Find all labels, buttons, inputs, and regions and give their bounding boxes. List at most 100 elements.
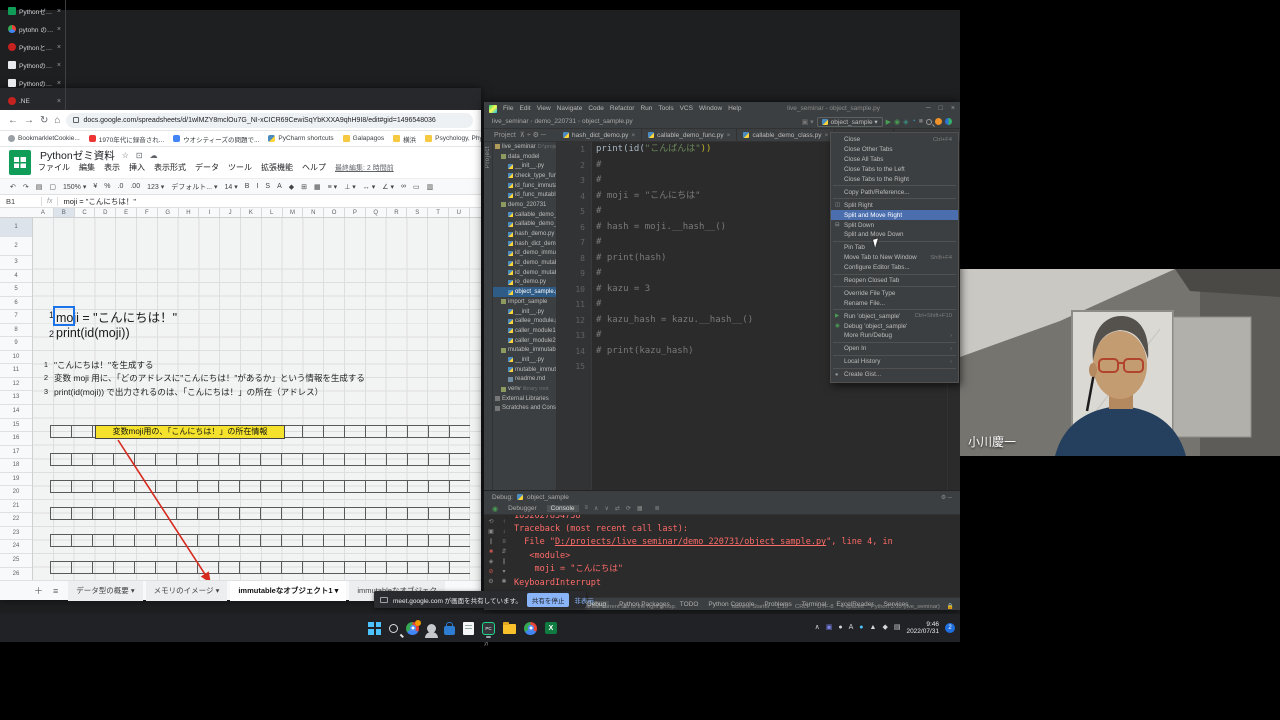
menu-item[interactable]: 表示形式 [154, 162, 186, 173]
menu-item[interactable]: 挿入 [129, 162, 145, 173]
row-header[interactable]: 9 [0, 337, 32, 351]
editor-tab[interactable]: hash_dict_demo.py × [557, 129, 642, 141]
row-header[interactable]: 23 [0, 527, 32, 541]
status-widget[interactable]: Python 3.10 (live_seminar) [871, 604, 940, 610]
column-header[interactable]: L [262, 208, 283, 217]
project-tree-item[interactable]: Scratches and Consoles [493, 404, 556, 414]
menu-item[interactable]: ファイル [38, 162, 70, 173]
status-widget[interactable]: CRLF [795, 604, 810, 610]
column-header[interactable]: K [241, 208, 262, 217]
taskbar-icon[interactable] [463, 622, 474, 635]
tab-close-icon[interactable]: × [824, 132, 828, 139]
taskbar-icon[interactable] [389, 624, 398, 633]
browser-tab[interactable]: pytohn の実装 c × [4, 20, 66, 38]
toolbar-icon[interactable]: I [256, 183, 258, 190]
toolbar-icon[interactable]: ↷ [23, 183, 29, 191]
console-toolbar-icon[interactable]: ∧ [594, 505, 598, 512]
status-widget[interactable]: 🔒 [947, 604, 954, 610]
project-tree-item[interactable]: __init__.py [493, 355, 556, 365]
profiler-icon[interactable]: ◔ [912, 118, 916, 125]
column-header[interactable]: Q [366, 208, 387, 217]
tray-icon[interactable]: A [849, 623, 854, 633]
row-header[interactable]: 21 [0, 500, 32, 514]
toolbar-icon[interactable]: ⊞ [301, 183, 307, 191]
project-tree-item[interactable]: data_model [493, 152, 556, 162]
minimize-icon[interactable]: ─ [926, 105, 931, 112]
maximize-icon[interactable]: □ [939, 105, 943, 112]
project-tree-item[interactable]: object_sample.p [493, 287, 556, 297]
row-header[interactable]: 1 [0, 218, 32, 237]
toolbar-icon[interactable]: A [277, 183, 282, 190]
tab-close-icon[interactable]: × [57, 62, 61, 69]
pycharm-menu-item[interactable]: Navigate [557, 105, 583, 112]
stop-sharing-button[interactable]: 共有を停止 [527, 593, 570, 607]
context-menu-item[interactable]: Configure Editor Tabs... [831, 263, 958, 273]
status-widget[interactable]: 4 spaces [841, 604, 864, 610]
pycharm-menu-item[interactable]: File [503, 105, 513, 112]
project-tree-item[interactable]: hash_demo.py [493, 229, 556, 239]
context-menu-item[interactable]: ◫ Split Right [831, 200, 958, 210]
toolbar-icon[interactable]: ▢ [49, 183, 56, 191]
toolbar-icon[interactable]: ▦ [314, 183, 321, 191]
all-sheets-icon[interactable]: ≡ [53, 586, 58, 596]
toolbar-icon[interactable]: ∠ ▾ [382, 183, 394, 191]
taskbar-icon[interactable] [503, 624, 516, 634]
forward-icon[interactable]: → [24, 115, 34, 126]
debug-icon[interactable]: ◉ [894, 118, 900, 126]
pycharm-menu-item[interactable]: Code [588, 105, 604, 112]
toolbar-icon[interactable]: ▭ [413, 183, 420, 191]
project-tree-item[interactable]: io_demo.py [493, 278, 556, 288]
row-header[interactable]: 13 [0, 391, 32, 405]
hide-banner-button[interactable]: 非表示 [574, 595, 594, 605]
debug-action-icon[interactable]: ▣ [488, 529, 494, 535]
bookmark-item[interactable]: 1970年代に録音され... [89, 134, 164, 144]
step-action-icon[interactable]: ⇵ [501, 549, 506, 555]
row-header[interactable]: 18 [0, 459, 32, 473]
context-menu-item[interactable]: Split and Move Down [831, 230, 958, 240]
column-header[interactable]: D [95, 208, 116, 217]
toolbar-icon[interactable]: B [245, 183, 250, 190]
debug-action-icon[interactable]: ∥ [490, 539, 493, 545]
row-header[interactable]: 5 [0, 283, 32, 297]
toolbar-icon[interactable]: ↶ [10, 183, 16, 191]
step-action-icon[interactable]: ↑ [503, 519, 506, 525]
browser-tab[interactable]: PythonとCPyth × [4, 38, 66, 56]
pycharm-menu-item[interactable]: Help [728, 105, 741, 112]
column-header[interactable]: B [54, 208, 75, 217]
toolbar-icon[interactable]: 123 ▾ [147, 183, 164, 191]
reload-icon[interactable]: ↻ [40, 115, 48, 126]
tab-close-icon[interactable]: × [57, 44, 61, 51]
context-menu-item[interactable]: More Run/Debug › [831, 331, 958, 341]
last-edit-link[interactable]: 最終編集: 2 時間前 [335, 163, 394, 173]
toolbar-icon[interactable]: 14 ▾ [225, 183, 238, 191]
menu-item[interactable]: データ [195, 162, 219, 173]
column-header[interactable]: F [137, 208, 158, 217]
column-header[interactable]: G [158, 208, 179, 217]
sheet-tab[interactable]: メモリのイメージ ▾ [146, 581, 228, 601]
breadcrumb[interactable]: live_seminar [492, 118, 532, 125]
menu-item[interactable]: ヘルプ [302, 162, 326, 173]
tray-icon[interactable]: ▲ [870, 623, 877, 633]
context-menu-item[interactable]: ● Create Gist... [831, 370, 958, 380]
toolbar-icon[interactable]: .00 [130, 183, 140, 190]
menu-item[interactable]: 編集 [79, 162, 95, 173]
doc-title[interactable]: Pythonゼミ資料 [40, 148, 115, 163]
context-menu-item[interactable]: ▶ Run 'object_sample' Ctrl+Shift+F10 [831, 311, 958, 321]
taskbar-icon[interactable] [368, 622, 381, 635]
tab-close-icon[interactable]: × [57, 26, 61, 33]
project-tree-item[interactable]: External Libraries [493, 394, 556, 404]
project-tree-item[interactable]: live_seminar D:\projects [493, 142, 556, 152]
star-icon[interactable]: ☆ [122, 151, 129, 160]
breadcrumb[interactable]: demo_220731 [534, 118, 580, 125]
sheet-tab[interactable]: immutableなオブジェクト1 ▾ [230, 581, 346, 601]
project-tree-item[interactable]: import_sample [493, 297, 556, 307]
context-menu-item[interactable]: Pin Tab [831, 243, 958, 253]
project-vertical-tab[interactable]: Project [485, 146, 491, 168]
debug-console-output[interactable]: 1852027834738Traceback (most recent call… [514, 515, 954, 595]
context-menu-item[interactable]: Move Tab to New Window Shift+F4 [831, 253, 958, 263]
debug-action-icon[interactable]: ◈ [489, 559, 494, 565]
project-tree-item[interactable]: __init__.py [493, 161, 556, 171]
row-header[interactable]: 16 [0, 432, 32, 446]
row-header[interactable]: 2 [0, 237, 32, 256]
console-toolbar-icon[interactable]: ∨ [604, 505, 608, 512]
